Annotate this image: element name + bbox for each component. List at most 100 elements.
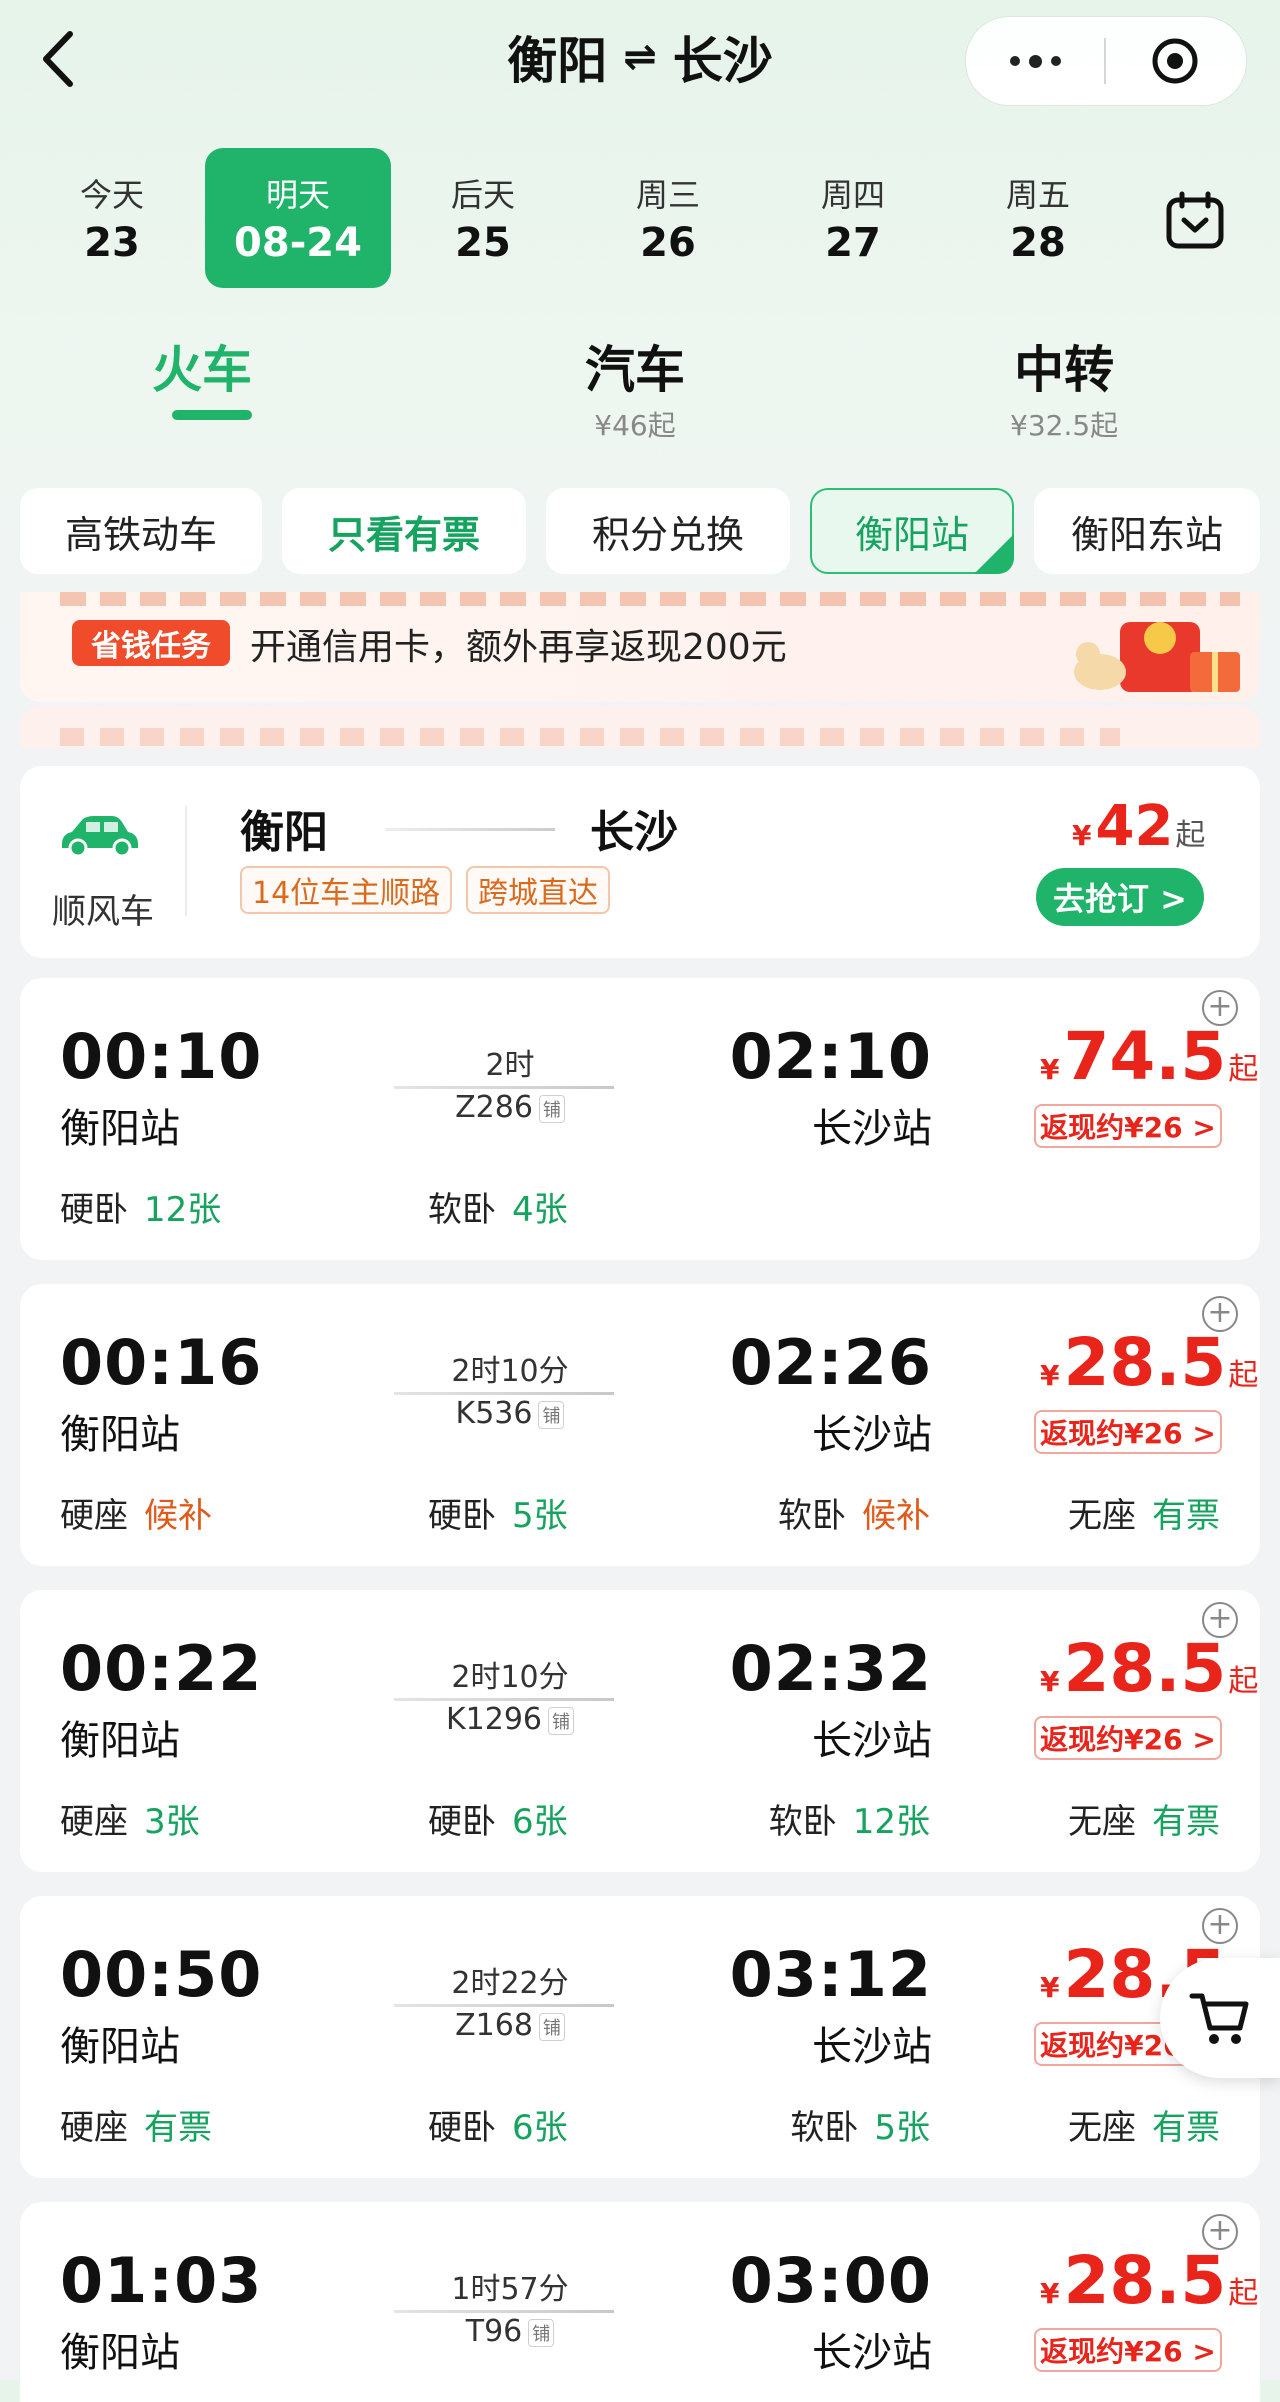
cashback-badge[interactable]: 返现约¥26 >: [1034, 2328, 1222, 2372]
tab-label: 火车: [152, 341, 252, 399]
filter-highspeed[interactable]: 高铁动车: [20, 488, 262, 574]
secondary-banner[interactable]: [20, 706, 1260, 748]
date-today[interactable]: 今天 23: [37, 148, 187, 288]
tab-bus[interactable]: 汽车 ¥46起: [585, 330, 685, 444]
seat-availability: 12张: [852, 1802, 930, 1842]
seat-type: 软卧: [778, 1496, 846, 1536]
train-card[interactable]: 01:03 衡阳站 1时57分 T96 铺 03:00 长沙站 + ¥ 28.5 …: [20, 2202, 1260, 2402]
date-day: 23: [84, 220, 140, 266]
more-button[interactable]: [966, 17, 1104, 105]
seat-type: 硬座: [60, 2108, 128, 2148]
price-value: 42: [1095, 794, 1174, 859]
ticket-price: ¥ 28.5 起: [1040, 2242, 1258, 2319]
seat-info: 软卧 12张: [769, 1794, 930, 1843]
train-card[interactable]: 00:10 衡阳站 2时 Z286 铺 02:10 长沙站 + ¥ 74.5 起 …: [20, 978, 1260, 1260]
tab-transfer[interactable]: 中转 ¥32.5起: [1010, 330, 1118, 444]
arrival-time: 03:12: [729, 1938, 932, 2011]
carpool-price: ¥ 42 起: [1072, 794, 1205, 859]
price-value: 28.5: [1063, 1630, 1227, 1707]
date-friday[interactable]: 周五 28: [963, 148, 1113, 288]
mini-program-capsule: [965, 16, 1247, 106]
date-weekday: 周五: [1005, 176, 1070, 214]
more-dot-right: [1050, 56, 1061, 66]
cart-button[interactable]: [1160, 1958, 1280, 2078]
carpool-card[interactable]: 顺风车 衡阳 长沙 14位车主顺路 跨城直达 ¥ 42 起 去抢订 >: [20, 766, 1260, 958]
carpool-divider: [185, 806, 187, 916]
seat-type: 软卧: [768, 1802, 837, 1842]
train-card[interactable]: 00:16 衡阳站 2时10分 K536 铺 02:26 长沙站 + ¥ 28.5…: [20, 1284, 1260, 1566]
seat-availability: 6张: [512, 2108, 568, 2148]
cashback-badge[interactable]: 返现约¥26 >: [1034, 1104, 1222, 1148]
seat-availability: 5张: [874, 2108, 930, 2148]
from-city: 衡阳: [507, 32, 608, 90]
currency-symbol: ¥: [1040, 1665, 1060, 1698]
seat-type: 硬卧: [428, 1802, 496, 1842]
price-suffix: 起: [1175, 818, 1206, 853]
arrival-station: 长沙站: [812, 1412, 932, 1458]
seat-availability: 12张: [144, 1190, 222, 1230]
carpool-tag: 跨城直达: [466, 866, 610, 914]
carpool-label: 顺风车: [52, 892, 154, 932]
active-tab-indicator: [172, 410, 252, 420]
seat-type: 无座: [1068, 2108, 1136, 2148]
route-title[interactable]: 衡阳 ⇌ 长沙: [440, 22, 840, 92]
seat-availability: 有票: [1152, 1496, 1220, 1536]
date-day: 27: [825, 220, 881, 266]
seat-availability: 有票: [1152, 1802, 1220, 1842]
filter-available-only[interactable]: 只看有票: [282, 488, 526, 574]
cashback-badge[interactable]: 返现约¥26 >: [1034, 1716, 1222, 1760]
seat-info: 硬卧 12张: [60, 1182, 221, 1231]
selected-check-icon: [974, 534, 1014, 574]
date-day: 08-24: [234, 220, 362, 266]
arrival-time: 02:32: [729, 1632, 932, 1705]
seat-type: 硬座: [60, 1496, 128, 1536]
date-thursday[interactable]: 周四 27: [778, 148, 928, 288]
price-value: 74.5: [1063, 1018, 1227, 1095]
tab-label: 汽车: [585, 341, 685, 399]
back-button[interactable]: [34, 28, 86, 90]
close-miniprogram-button[interactable]: [1106, 17, 1244, 105]
arrival-station: 长沙站: [812, 1106, 932, 1152]
seat-type: 无座: [1068, 1802, 1136, 1842]
currency-symbol: ¥: [1072, 819, 1092, 852]
to-city: 长沙: [672, 32, 773, 90]
train-card[interactable]: 00:22 衡阳站 2时10分 K1296 铺 02:32 长沙站 + ¥ 28.…: [20, 1590, 1260, 1872]
train-card[interactable]: 00:50 衡阳站 2时22分 Z168 铺 03:12 长沙站 + ¥ 28.5…: [20, 1896, 1260, 2178]
date-day-after[interactable]: 后天 25: [408, 148, 558, 288]
more-dot-center: [1028, 54, 1042, 68]
filter-points[interactable]: 积分兑换: [546, 488, 790, 574]
arrival-station: 长沙站: [812, 2330, 932, 2376]
date-weekday: 今天: [79, 176, 144, 214]
date-weekday: 明天: [265, 176, 330, 214]
date-wednesday[interactable]: 周三 26: [593, 148, 743, 288]
seat-info: 硬座 3张: [60, 1794, 200, 1843]
filter-hengyang-station[interactable]: 衡阳站: [810, 488, 1014, 574]
promo-text: 开通信用卡，额外再享返现200元: [250, 627, 787, 668]
price-suffix: 起: [1228, 2276, 1259, 2311]
carpool-to: 长沙: [590, 807, 678, 858]
date-tomorrow-selected[interactable]: 明天 08-24: [205, 148, 391, 288]
more-dots-icon: [1009, 56, 1020, 66]
seat-info: 软卧 5张: [790, 2100, 930, 2149]
seat-type: 软卧: [428, 1190, 496, 1230]
seat-info: 硬卧 5张: [428, 1488, 568, 1537]
ticket-price: ¥ 28.5 起: [1040, 1630, 1258, 1707]
promo-banner[interactable]: 省钱任务 开通信用卡，额外再享返现200元: [20, 592, 1260, 702]
seat-info: 硬座 候补: [60, 1488, 212, 1537]
cashback-badge[interactable]: 返现约¥26 >: [1034, 1410, 1222, 1454]
seat-info: 软卧 候补: [778, 1488, 930, 1537]
date-weekday: 周三: [635, 176, 700, 214]
seat-type: 硬卧: [428, 1496, 496, 1536]
carpool-book-button[interactable]: 去抢订 >: [1036, 868, 1204, 926]
seat-type: 软卧: [790, 2108, 859, 2148]
calendar-button[interactable]: [1140, 176, 1250, 266]
seat-info: 硬座 有票: [60, 2100, 212, 2149]
tab-train[interactable]: 火车: [152, 330, 252, 402]
route-line: [385, 828, 555, 831]
seat-availability: 候补: [862, 1496, 930, 1536]
seat-info: 无座 有票: [1068, 2100, 1220, 2149]
currency-symbol: ¥: [1040, 1053, 1060, 1086]
date-day: 26: [640, 220, 696, 266]
filter-hengyang-east[interactable]: 衡阳东站: [1034, 488, 1260, 574]
seat-info: 硬卧 6张: [428, 2100, 568, 2149]
